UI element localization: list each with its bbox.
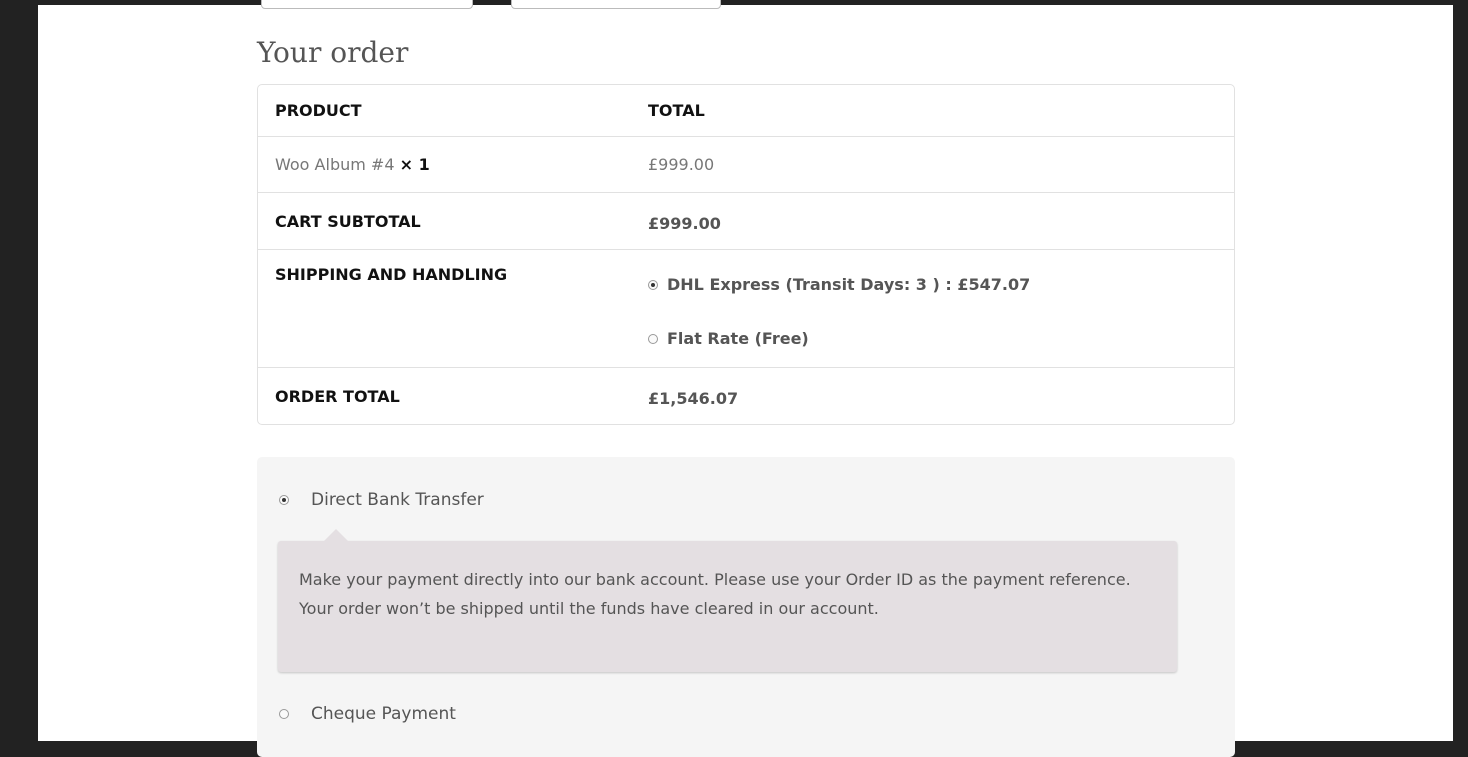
top-field-left[interactable] xyxy=(261,0,473,9)
table-header-row: PRODUCT TOTAL xyxy=(258,85,1234,136)
radio-unselected-icon[interactable] xyxy=(279,709,289,719)
payment-method-cheque[interactable]: Cheque Payment xyxy=(279,704,456,724)
order-total-row: ORDER TOTAL £1,546.07 xyxy=(258,367,1234,424)
product-name: Woo Album #4 xyxy=(275,155,395,174)
order-review-table: PRODUCT TOTAL Woo Album #4 × 1 £999.00 C… xyxy=(257,84,1235,425)
radio-unselected-icon[interactable] xyxy=(648,333,658,344)
shipping-option-label: Flat Rate (Free) xyxy=(667,329,809,348)
payment-description-box: Make your payment directly into our bank… xyxy=(278,529,1177,672)
payment-method-bacs[interactable]: Direct Bank Transfer xyxy=(279,490,484,510)
shipping-option-flat-rate[interactable]: Flat Rate (Free) xyxy=(648,326,1234,351)
radio-selected-icon[interactable] xyxy=(279,495,289,505)
product-column-header: PRODUCT xyxy=(275,101,362,120)
product-quantity: × 1 xyxy=(399,155,430,174)
product-price: £999.00 xyxy=(648,155,715,174)
subtotal-value: £999.00 xyxy=(648,213,721,233)
payment-description: Make your payment directly into our bank… xyxy=(299,570,1131,618)
table-row: Woo Album #4 × 1 £999.00 xyxy=(258,136,1234,192)
order-total-value: £1,546.07 xyxy=(648,388,739,408)
radio-selected-icon[interactable] xyxy=(648,279,658,290)
shipping-option-dhl[interactable]: DHL Express (Transit Days: 3 ) : £547.07 xyxy=(648,272,1234,297)
product-cell: Woo Album #4 × 1 xyxy=(258,155,648,174)
payment-method-label: Direct Bank Transfer xyxy=(311,490,484,510)
checkout-page: Your order PRODUCT TOTAL Woo Album #4 × … xyxy=(38,0,1453,757)
shipping-option-label: DHL Express (Transit Days: 3 ) : £547.07 xyxy=(667,275,1031,294)
shipping-options: DHL Express (Transit Days: 3 ) : £547.07… xyxy=(648,250,1234,351)
order-heading: Your order xyxy=(257,36,409,69)
order-total-label: ORDER TOTAL xyxy=(275,386,400,406)
shipping-row: SHIPPING AND HANDLING DHL Express (Trans… xyxy=(258,249,1234,367)
payment-methods: Direct Bank Transfer Make your payment d… xyxy=(257,457,1235,757)
shipping-label: SHIPPING AND HANDLING xyxy=(275,265,508,284)
subtotal-row: CART SUBTOTAL £999.00 xyxy=(258,192,1234,249)
payment-method-label: Cheque Payment xyxy=(311,704,456,724)
subtotal-label: CART SUBTOTAL xyxy=(275,211,421,231)
top-field-right[interactable] xyxy=(511,0,721,9)
total-column-header: TOTAL xyxy=(648,101,705,120)
